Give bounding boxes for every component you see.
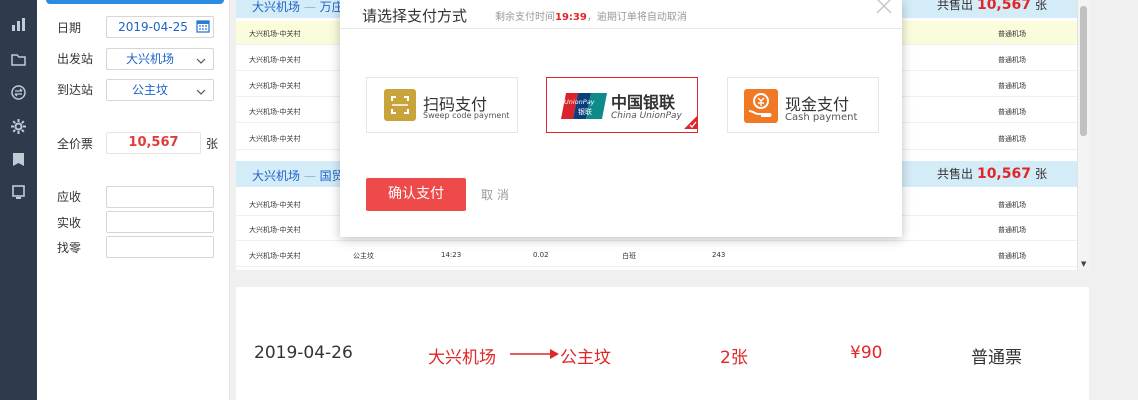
payment-countdown: 剩余支付时间19:39，逾期订单将自动取消 [495, 12, 687, 23]
cash-icon [744, 89, 778, 127]
cancel-button[interactable]: 取 消 [481, 186, 509, 203]
bookmark-icon[interactable] [10, 151, 27, 168]
date-label: 日期 [57, 21, 82, 35]
pay-option-subtitle: Cash payment [785, 112, 858, 123]
group-title: 大兴机场 — 国贸 [252, 169, 344, 183]
list-scrollbar[interactable]: ▼ [1077, 0, 1089, 270]
fullprice-unit: 张 [206, 137, 219, 151]
scan-icon [384, 89, 416, 125]
pay-option-subtitle: China UnionPay [611, 111, 682, 121]
from-value: 大兴机场 [125, 52, 174, 66]
group-title: 大兴机场 — 万庄 [252, 0, 344, 14]
confirm-payment-button[interactable]: 确认支付 [366, 178, 466, 211]
group-sold: 共售出 10,567 张 [936, 166, 1047, 182]
left-nav [0, 0, 37, 400]
received-label: 实收 [57, 216, 82, 230]
from-label: 出发站 [57, 52, 94, 66]
pay-option-title: 中国银联 [611, 93, 676, 112]
arrow-right-icon [510, 345, 560, 365]
exchange-icon[interactable] [10, 84, 27, 101]
chart-icon[interactable] [10, 16, 27, 33]
unionpay-logo: UnionPay 银联 [561, 93, 607, 123]
received-input[interactable] [106, 211, 214, 233]
fullprice-label: 全价票 [57, 137, 94, 151]
summary-price: ¥90 [850, 343, 883, 363]
monitor-icon[interactable] [10, 184, 27, 201]
fullprice-field[interactable]: 10,567 [106, 132, 201, 154]
table-row[interactable]: 大兴机场-中关村 公主坟 14:23 0.02 白班 243 普通机场 [236, 243, 1077, 267]
order-summary: 2019-04-26 大兴机场 公主坟 2张 ¥90 普通票 [236, 287, 1089, 400]
summary-from: 大兴机场 [428, 348, 496, 368]
summary-date: 2019-04-26 [254, 343, 353, 363]
date-value: 2019-04-25 [118, 20, 188, 34]
pay-option-cash[interactable]: 现金支付 Cash payment [727, 77, 879, 133]
top-action-button[interactable] [46, 0, 224, 4]
pay-option-unionpay[interactable]: UnionPay 银联 中国银联 China UnionPay [546, 77, 698, 133]
svg-text:UnionPay: UnionPay [564, 98, 595, 106]
modal-title: 请选择支付方式 [362, 7, 468, 25]
scrollbar-thumb[interactable] [1080, 6, 1087, 136]
payment-modal: 请选择支付方式 剩余支付时间19:39，逾期订单将自动取消 扫码支付 Sweep… [340, 0, 902, 237]
to-value: 公主坟 [131, 83, 168, 97]
svg-text:银联: 银联 [578, 107, 592, 116]
from-select[interactable]: 大兴机场 [106, 48, 214, 70]
change-input[interactable] [106, 236, 214, 258]
change-label: 找零 [57, 241, 82, 255]
summary-ticket-type: 普通票 [971, 348, 1022, 368]
scroll-down-icon[interactable]: ▼ [1081, 260, 1086, 268]
summary-count: 2张 [720, 348, 748, 368]
pay-option-scan[interactable]: 扫码支付 Sweep code payment [366, 77, 518, 133]
receivable-input[interactable] [106, 186, 214, 208]
receivable-label: 应收 [57, 190, 82, 204]
ticket-form-panel: 日期 2019-04-25 出发站 大兴机场 到达站 公主坟 全价票 10,56… [37, 0, 230, 400]
date-field[interactable]: 2019-04-25 [106, 16, 214, 38]
summary-to: 公主坟 [560, 348, 611, 368]
pay-option-subtitle: Sweep code payment [423, 111, 510, 120]
modal-divider [340, 28, 902, 29]
chevron-down-icon [195, 84, 207, 104]
check-icon [684, 114, 698, 133]
calendar-icon[interactable] [196, 19, 210, 39]
group-sold: 共售出 10,567 张 [936, 0, 1047, 13]
folder-icon[interactable] [10, 51, 27, 68]
settings-icon[interactable] [10, 118, 27, 135]
chevron-down-icon [195, 53, 207, 73]
to-label: 到达站 [57, 83, 94, 97]
to-select[interactable]: 公主坟 [106, 79, 214, 101]
close-icon[interactable] [874, 0, 894, 20]
